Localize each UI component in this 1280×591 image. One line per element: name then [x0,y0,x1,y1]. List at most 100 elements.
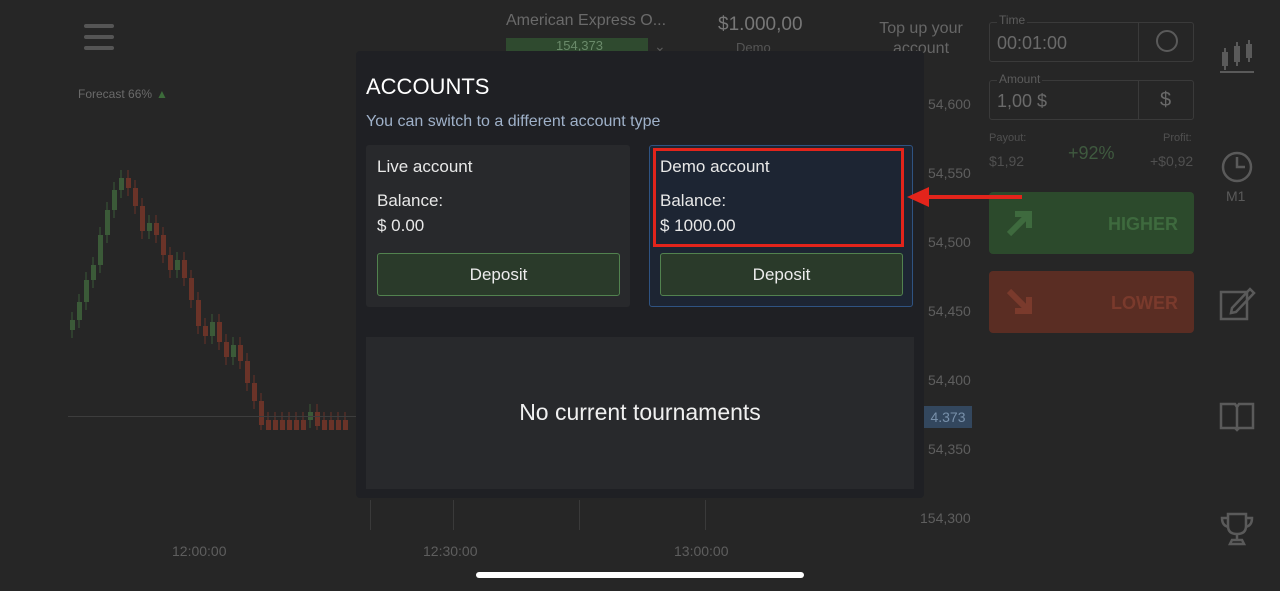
modal-title: ACCOUNTS [366,74,490,99]
no-tournaments-message: No current tournaments [519,399,761,425]
arrow-up-icon: ▲ [156,87,168,101]
live-account-card[interactable]: Live account Balance: $ 0.00 Deposit [366,145,630,307]
higher-label: HIGHER [1107,214,1178,234]
candle-body [273,420,278,430]
grid-line [705,500,706,530]
home-indicator[interactable] [476,572,804,578]
amount-field-label: Amount [997,72,1043,86]
candlestick-chart [70,170,348,430]
candle-body [161,235,166,255]
timeframe-label: M1 [1226,188,1246,204]
candle-body [329,420,334,430]
candle-body [105,210,110,235]
lower-button[interactable]: LOWER [989,271,1194,333]
arrow-down-right-icon [1006,288,1032,314]
annotation-arrow-line [926,195,1022,199]
candlestick-chart-icon[interactable] [1218,38,1256,76]
candle-body [133,188,138,206]
price-tick: 54,400 [928,372,971,388]
hamburger-menu-icon[interactable] [84,24,114,54]
chart-price-line [68,416,358,417]
candle-body [231,345,236,357]
grid-line [370,500,371,530]
time-tick: 13:00:00 [674,543,729,559]
candle-body [322,420,327,430]
candle-body [84,280,89,302]
lower-label: LOWER [1111,293,1178,313]
candle-body [280,420,285,430]
candle-body [168,255,173,270]
grid-line [453,500,454,530]
live-account-title: Live account [377,157,473,176]
candle-body [126,178,131,188]
current-price-marker: 4.373 [924,406,972,428]
live-balance-label: Balance: [377,191,444,210]
candle-body [210,322,215,336]
edit-icon[interactable] [1218,284,1256,322]
candle-body [259,401,264,425]
price-tick: 54,550 [928,165,971,181]
candle-body [70,320,75,330]
candle-body [119,178,124,190]
arrow-up-right-icon [1006,211,1032,237]
modal-subtitle: You can switch to a different account ty… [366,113,661,130]
price-tick: 154,300 [920,510,971,526]
time-field-value: 00:01:00 [997,33,1068,53]
candle-body [252,383,257,401]
candle-body [140,206,145,231]
candle-body [238,345,243,361]
dollar-icon[interactable]: $ [1160,89,1171,112]
candle-body [98,235,103,265]
candle-body [245,361,250,383]
candle-body [112,190,117,210]
candle-body [301,420,306,430]
candle-body [315,412,320,426]
candle-body [217,322,222,342]
candle-body [77,302,82,320]
candle-body [343,420,348,430]
payout-percent: +92% [1068,143,1115,163]
amount-field-value: 1,00 $ [997,91,1048,111]
demo-highlight-annotation [653,148,904,247]
price-tick: 54,600 [928,96,971,112]
candle-body [203,326,208,336]
timeframe-clock-icon[interactable] [1218,148,1256,186]
candle-body [224,342,229,357]
higher-button[interactable]: HIGHER [989,192,1194,254]
header-balance[interactable]: $1.000,00 [718,14,803,36]
candle-body [154,223,159,235]
candle-body [189,278,194,300]
time-tick: 12:30:00 [423,543,478,559]
price-tick: 54,350 [928,441,971,457]
live-balance-value: $ 0.00 [377,216,425,235]
asset-name[interactable]: American Express O... [506,12,666,30]
trophy-icon[interactable] [1218,510,1256,548]
forecast-indicator: Forecast 66% ▲ [78,87,168,101]
price-tick: 54,500 [928,234,971,250]
payout-value: $1,92 [989,153,1025,169]
payout-label: Payout: [989,132,1027,144]
candle-body [294,420,299,430]
price-tick: 54,450 [928,303,971,319]
candle-body [182,260,187,278]
annotation-arrow-head-icon [907,187,929,207]
candle-body [287,420,292,430]
book-icon[interactable] [1218,396,1256,434]
field-divider [1138,22,1139,62]
profit-value: +$0,92 [1150,153,1194,169]
time-tick: 12:00:00 [172,543,227,559]
profit-label: Profit: [1163,132,1192,144]
candle-body [175,260,180,270]
field-divider [1138,80,1139,120]
clock-icon[interactable] [1156,30,1178,52]
demo-deposit-button[interactable]: Deposit [660,253,903,296]
time-field-label: Time [997,13,1028,27]
candle-body [91,265,96,280]
live-deposit-button[interactable]: Deposit [377,253,620,296]
candle-body [196,300,201,326]
forecast-label: Forecast 66% [78,87,153,101]
candle-body [336,420,341,430]
grid-line [579,500,580,530]
candle-body [147,223,152,231]
candle-body [266,420,271,430]
